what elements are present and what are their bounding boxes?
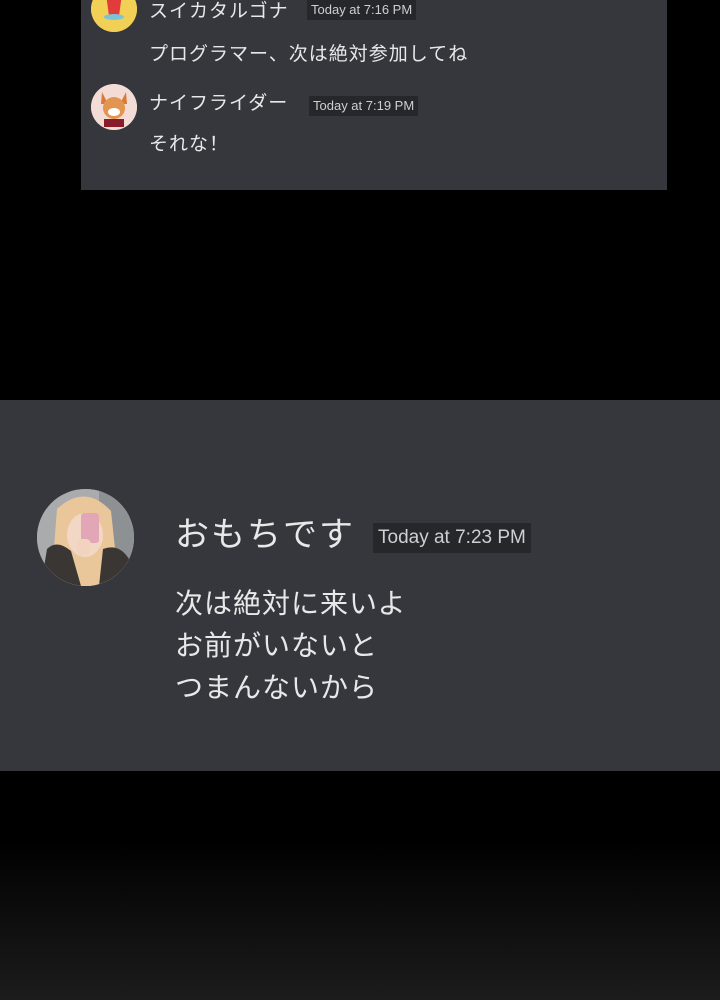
drink-icon [91,0,137,32]
timestamp: Today at 7:16 PM [307,0,417,20]
username[interactable]: おもちです [175,515,355,555]
top-chat-panel: スイカタルゴナ Today at 7:16 PM プログラマー、次は絶対参加して… [81,0,667,190]
timestamp: Today at 7:19 PM [309,96,419,116]
user-avatar[interactable] [91,0,137,32]
message-line: つまんないから [175,671,379,704]
girl-with-phone-avatar-icon [37,489,134,586]
user-avatar[interactable] [37,489,134,586]
username[interactable]: ナイフライダー [149,92,288,114]
bottom-chat-panel: おもちです Today at 7:23 PM 次は絶対に来いよ お前がいないと … [0,400,720,771]
message-line: 次は絶対に来いよ [175,587,407,620]
message-text: プログラマー、次は絶対参加してね [149,43,469,65]
user-avatar[interactable] [91,84,137,130]
timestamp: Today at 7:23 PM [373,523,531,553]
message-line: お前がいないと [175,629,379,662]
message-text: それな！ [149,133,230,155]
fox-character-icon [91,84,137,130]
username[interactable]: スイカタルゴナ [149,0,289,22]
